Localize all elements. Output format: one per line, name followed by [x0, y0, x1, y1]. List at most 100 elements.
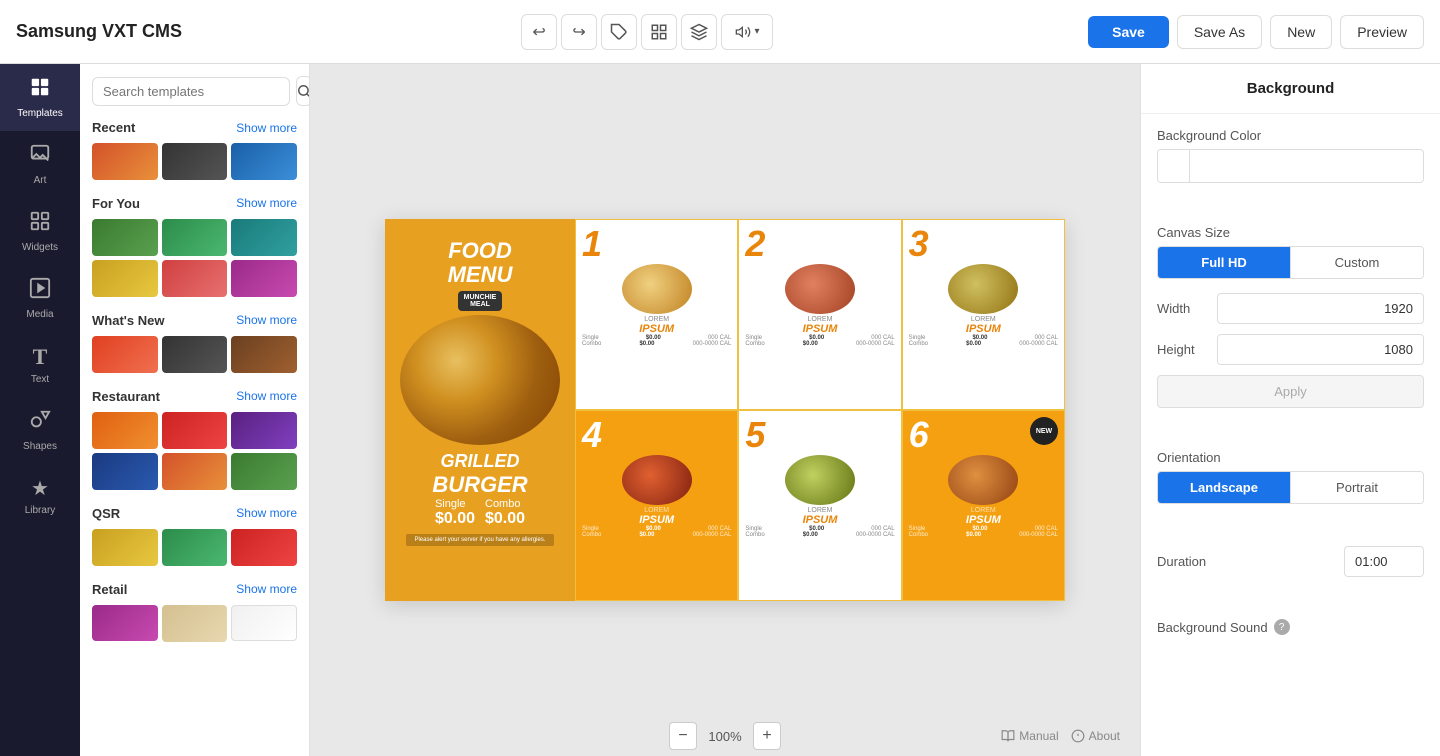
template-thumb[interactable] — [162, 412, 228, 449]
sidebar-item-templates[interactable]: Templates — [0, 64, 80, 131]
template-thumb[interactable] — [231, 143, 297, 180]
sound-button[interactable]: ▾ — [721, 14, 773, 50]
sound-section: Background Sound ? — [1141, 605, 1440, 649]
template-thumb[interactable] — [92, 529, 158, 566]
height-input[interactable] — [1217, 334, 1424, 365]
template-thumb[interactable] — [231, 412, 297, 449]
canvas-wrapper[interactable]: FOODMENU MUNCHIEMEAL GRILLED BURGER Sing… — [385, 219, 1065, 601]
right-panel-collapse-btn[interactable]: › — [1140, 390, 1141, 430]
template-thumb[interactable] — [92, 143, 158, 180]
bg-color-section: Background Color — [1141, 114, 1440, 211]
duration-input[interactable] — [1344, 546, 1424, 577]
cell-ipsum: IPSUM — [639, 514, 674, 526]
food-title: FOODMENU — [448, 239, 513, 287]
template-thumb[interactable] — [162, 260, 228, 297]
search-button[interactable] — [296, 76, 310, 106]
right-panel: › Background Background Color Canvas Siz… — [1140, 64, 1440, 756]
color-swatch[interactable] — [1158, 150, 1190, 182]
sidebar-item-art[interactable]: Art — [0, 131, 80, 198]
grid-button[interactable] — [641, 14, 677, 50]
save-as-button[interactable]: Save As — [1177, 15, 1262, 49]
cell-number: 5 — [745, 417, 765, 453]
menu-cell-4: 4 LOREM IPSUM Single$0.00000 CAL Combo$0… — [575, 410, 738, 601]
canvas-size-buttons: Full HD Custom — [1157, 246, 1424, 279]
template-thumb[interactable] — [92, 605, 158, 642]
sound-row: Background Sound ? — [1157, 619, 1424, 635]
template-thumb[interactable] — [92, 336, 158, 373]
template-thumb[interactable] — [162, 529, 228, 566]
menu-cell-3: 3 LOREM IPSUM Single$0.00000 CAL Combo$0… — [902, 219, 1065, 410]
template-thumb[interactable] — [162, 219, 228, 256]
for-you-title: For You — [92, 196, 140, 211]
template-thumb[interactable] — [162, 605, 228, 642]
sidebar-label-text: Text — [31, 374, 49, 385]
sidebar-label-library: Library — [25, 505, 56, 516]
cell-ipsum: IPSUM — [966, 514, 1001, 526]
qsr-title: QSR — [92, 506, 120, 521]
sidebar-item-text[interactable]: T Text — [0, 332, 80, 397]
undo-button[interactable]: ↩ — [521, 14, 557, 50]
template-thumb[interactable] — [162, 336, 228, 373]
qsr-show-more[interactable]: Show more — [236, 506, 297, 520]
sidebar-label-shapes: Shapes — [23, 441, 57, 452]
template-thumb[interactable] — [231, 453, 297, 490]
template-thumb[interactable] — [231, 219, 297, 256]
full-hd-button[interactable]: Full HD — [1158, 247, 1290, 278]
new-button[interactable]: New — [1270, 15, 1332, 49]
landscape-button[interactable]: Landscape — [1158, 472, 1290, 503]
tag-button[interactable] — [601, 14, 637, 50]
recent-show-more[interactable]: Show more — [236, 121, 297, 135]
save-button[interactable]: Save — [1088, 16, 1169, 48]
retail-show-more[interactable]: Show more — [236, 582, 297, 596]
retail-section-header: Retail Show more — [92, 582, 297, 597]
template-thumb[interactable] — [92, 453, 158, 490]
for-you-show-more[interactable]: Show more — [236, 196, 297, 210]
cell-food-img — [948, 264, 1018, 314]
whats-new-section-header: What's New Show more — [92, 313, 297, 328]
sidebar-item-shapes[interactable]: Shapes — [0, 397, 80, 464]
search-input[interactable] — [92, 77, 290, 106]
template-thumb[interactable] — [92, 260, 158, 297]
restaurant-grid — [92, 412, 297, 490]
template-thumb[interactable] — [162, 143, 228, 180]
template-thumb[interactable] — [92, 219, 158, 256]
sidebar-item-media[interactable]: Media — [0, 265, 80, 332]
whats-new-show-more[interactable]: Show more — [236, 313, 297, 327]
layers-button[interactable] — [681, 14, 717, 50]
restaurant-show-more[interactable]: Show more — [236, 389, 297, 403]
apply-button[interactable]: Apply — [1157, 375, 1424, 408]
template-thumb[interactable] — [231, 529, 297, 566]
whats-new-grid — [92, 336, 297, 373]
portrait-button[interactable]: Portrait — [1290, 472, 1423, 503]
cell-food-img — [948, 455, 1018, 505]
color-text-input[interactable] — [1190, 153, 1423, 180]
about-link[interactable]: About — [1071, 729, 1120, 743]
allergy-text: Please alert your server if you have any… — [406, 534, 553, 546]
height-row: Height — [1157, 334, 1424, 365]
template-thumb[interactable] — [231, 336, 297, 373]
cell-ipsum: IPSUM — [803, 514, 838, 526]
width-input[interactable] — [1217, 293, 1424, 324]
cell-ipsum: IPSUM — [639, 323, 674, 335]
widgets-icon — [29, 210, 51, 238]
food-menu-canvas: FOODMENU MUNCHIEMEAL GRILLED BURGER Sing… — [385, 219, 1065, 601]
sound-help-icon[interactable]: ? — [1274, 619, 1290, 635]
zoom-level: 100% — [705, 729, 745, 744]
width-row: Width — [1157, 293, 1424, 324]
custom-button[interactable]: Custom — [1290, 247, 1423, 278]
manual-link[interactable]: Manual — [1001, 729, 1058, 743]
meal-badge: MUNCHIEMEAL — [458, 291, 503, 311]
preview-button[interactable]: Preview — [1340, 15, 1424, 49]
template-thumb[interactable] — [231, 260, 297, 297]
template-thumb[interactable] — [231, 605, 297, 642]
zoom-out-button[interactable]: − — [669, 722, 697, 750]
sidebar-item-widgets[interactable]: Widgets — [0, 198, 80, 265]
template-thumb[interactable] — [162, 453, 228, 490]
bg-color-label: Background Color — [1157, 128, 1424, 143]
zoom-in-button[interactable]: + — [753, 722, 781, 750]
main-layout: Templates Art Widgets Media T Text — [0, 64, 1440, 756]
sidebar-item-library[interactable]: ★ Library — [0, 464, 80, 528]
template-thumb[interactable] — [92, 412, 158, 449]
topbar: Samsung VXT CMS ↩ ↪ ▾ Save Save As New P… — [0, 0, 1440, 64]
redo-button[interactable]: ↪ — [561, 14, 597, 50]
